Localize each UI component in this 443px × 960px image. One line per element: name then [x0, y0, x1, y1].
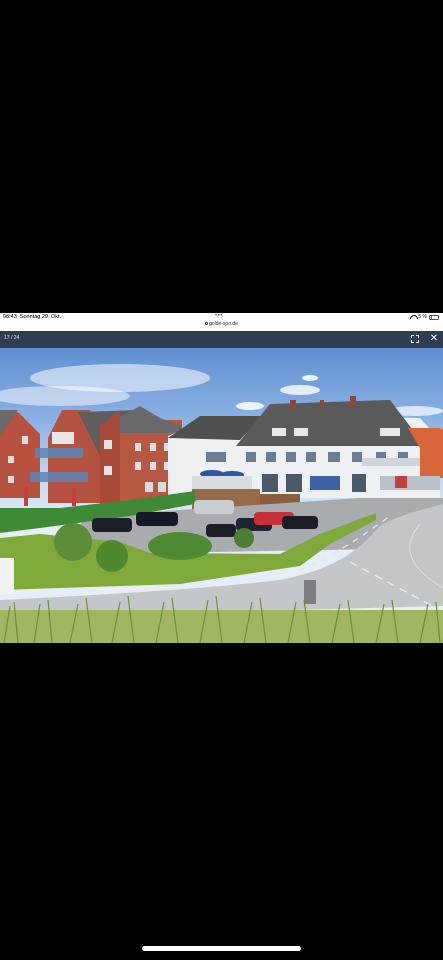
fullscreen-icon[interactable] [411, 335, 419, 343]
status-time: 08:43 Sonntag 29. Okt. [3, 314, 62, 320]
photo-illustration [0, 364, 443, 643]
screen: 08:43 Sonntag 29. Okt. ••• 5 % golde-spo… [0, 0, 443, 960]
image-counter: 17 / 24 [4, 335, 20, 341]
url-text: golde-spo.de [209, 321, 238, 327]
wifi-icon [410, 315, 416, 320]
close-icon[interactable]: ✕ [429, 334, 439, 344]
battery-percent: 5 % [418, 314, 427, 320]
lock-icon [205, 322, 209, 326]
gallery-photo[interactable] [0, 348, 443, 643]
image-viewer-toolbar: 17 / 24 ✕ [0, 331, 443, 348]
url-bar[interactable]: golde-spo.de [0, 321, 443, 327]
multitasking-dots[interactable]: ••• [215, 313, 223, 319]
battery-icon [429, 314, 439, 320]
home-indicator[interactable] [142, 946, 301, 951]
status-bar: 08:43 Sonntag 29. Okt. ••• 5 % golde-spo… [0, 313, 443, 331]
status-indicators: 5 % [410, 314, 439, 320]
